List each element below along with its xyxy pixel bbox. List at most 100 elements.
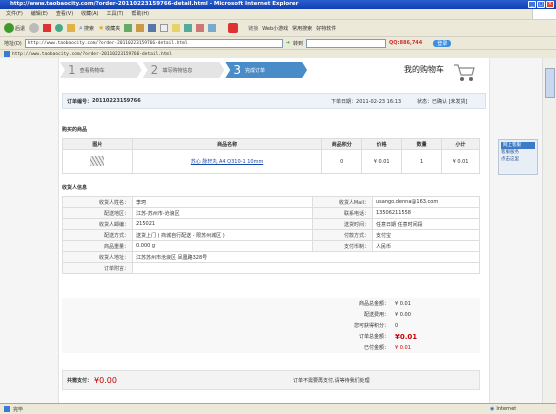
receiver-row: 商品重量： 0.000 g 支付币制： 人民币 [62, 240, 480, 252]
favorites-button[interactable]: ★ 收藏夹 [98, 24, 120, 32]
go-button[interactable]: 转到 [293, 40, 303, 47]
product-image[interactable] [62, 149, 133, 174]
header-price: 价格 [361, 138, 403, 150]
common-search-link[interactable]: 常用搜索 [292, 25, 312, 32]
order-note [132, 262, 480, 274]
goods-total: ¥ 0.01 [395, 300, 411, 307]
delivery-region: 江苏-苏州市-沧浪区 [132, 207, 313, 219]
good-software-link[interactable]: 好特软件 [316, 25, 336, 32]
history-icon[interactable] [124, 24, 133, 32]
cs-line2: 客服服务 [501, 150, 519, 155]
home-icon[interactable] [67, 24, 76, 32]
order-date: 下单日期：2011-02-23 16:13 [331, 98, 402, 105]
pay-note: 订单不需要再支付,请等待我们处理 [293, 377, 370, 384]
receiver-row: 配送方式： 送货上门 ( 商城自行配送 - 限苏州城区 ) 付款方式： 支付宝 [62, 229, 480, 241]
menu-view[interactable]: 查看(V) [56, 9, 73, 19]
receiver-row: 配送地区： 江苏-苏州市-沧浪区 联系电话： 13506211558 [62, 207, 480, 219]
step-view-cart: 1 查看购物车 [60, 62, 142, 78]
maximize-button[interactable]: □ [537, 1, 545, 8]
pay-label: 共需支付： [67, 377, 93, 384]
shipping-fee: ¥ 0.00 [395, 311, 411, 318]
vertical-scrollbar[interactable] [542, 58, 556, 403]
header-image: 图片 [62, 138, 133, 150]
address-input[interactable]: http://www.taobaocity.com/?order-2011022… [24, 38, 283, 48]
qq-icon[interactable] [228, 23, 239, 33]
status-bar: 完毕 ◉ Internet [0, 403, 556, 414]
header-name: 商品名称 [131, 138, 323, 150]
page-status-icon [4, 406, 10, 412]
close-button[interactable]: × [546, 1, 554, 8]
receiver-row: 收货人邮编： 215021 送货时间： 任意日期 任意时间段 [62, 218, 480, 230]
paid-amount: ¥ 0.01 [395, 344, 411, 351]
qq-count: QQ:886,744 [388, 40, 423, 46]
zone-indicator: ◉ Internet [490, 406, 517, 412]
web-game-link[interactable]: Web小游戏 [262, 25, 288, 32]
scroll-thumb[interactable] [545, 68, 555, 98]
menu-favorites[interactable]: 收藏(A) [81, 9, 98, 19]
refresh-icon[interactable] [55, 24, 64, 32]
status-text: 完毕 [13, 406, 24, 413]
product-name-link[interactable]: 苏心 脉轩丸 A4 Q310-1 10mm [131, 149, 323, 174]
links-label: 链接 [248, 25, 259, 32]
progress-steps: 1 查看购物车 2 填写购物信息 3 完成订单 [60, 62, 308, 78]
address-label: 地址(D) [4, 40, 22, 47]
address-bar: 地址(D) http://www.taobaocity.com/?order-2… [0, 36, 556, 49]
window-controls: _ □ × [528, 1, 554, 8]
window-title: http://www.taobaocity.com/?order-2011022… [0, 0, 556, 9]
folder-icon[interactable] [172, 24, 181, 32]
points-earned: 0 [395, 322, 399, 329]
back-button[interactable]: 后退 [4, 23, 25, 33]
totals-table: 商品总金额： ¥ 0.01 配送费用： ¥ 0.00 您可获得积分： 0 订单总金额：… [62, 298, 480, 353]
print-icon[interactable] [148, 24, 157, 32]
receiver-address: 江苏苏州市沧浪区 凤凰路328号 [132, 251, 480, 263]
favorites-url[interactable]: http://www.taobaocity.com/?order-2011022… [12, 52, 172, 57]
menu-bar: 文件(F) 编辑(E) 查看(V) 收藏(A) 工具(T) 帮助(H) [0, 9, 556, 19]
star-icon: ★ [97, 24, 105, 32]
receiver-zip: 215021 [132, 218, 313, 230]
search-box[interactable] [305, 38, 386, 48]
customer-service-widget[interactable]: 网上客服 客服服务 点击这里 [498, 139, 538, 175]
step-complete: 3 完成订单 [225, 62, 308, 78]
receiver-email: usango.denna@163.com [372, 196, 480, 208]
minimize-button[interactable]: _ [528, 1, 536, 8]
delivery-method: 送货上门 ( 商城自行配送 - 限苏州城区 ) [132, 229, 313, 241]
header-points: 商品积分 [321, 138, 363, 150]
menu-edit[interactable]: 编辑(E) [31, 9, 48, 19]
order-total: ¥0.01 [395, 332, 418, 341]
goods-row: 苏心 脉轩丸 A4 Q310-1 10mm 0 ¥ 0.01 1 ¥ 0.01 [62, 149, 480, 174]
order-number-label: 订单编号： [67, 98, 93, 105]
menu-help[interactable]: 帮助(H) [131, 9, 149, 19]
go-arrow-icon[interactable]: ➜ [286, 40, 290, 46]
stop-icon[interactable] [43, 24, 52, 32]
search-button[interactable]: ⌕ 搜索 [79, 24, 94, 33]
menu-file[interactable]: 文件(F) [6, 9, 23, 19]
cart-title: 我的购物车 [404, 65, 444, 74]
pay-amount: ¥0.00 [94, 375, 117, 385]
research-icon[interactable] [196, 24, 205, 32]
product-subtotal: ¥ 0.01 [441, 149, 480, 174]
toolbar: 后退 ⌕ 搜索 ★ 收藏夹 链接 Web小游戏 常用搜索 好特软件 [0, 19, 556, 36]
back-arrow-icon [4, 23, 14, 33]
step-fill-info: 2 填写购物信息 [142, 62, 225, 78]
receiver-row: 收货人地址： 江苏苏州市沧浪区 凤凰路328号 [62, 251, 480, 263]
order-info-bar: 订单编号： 20110223159766 下单日期：2011-02-23 16:1… [62, 93, 486, 109]
mail-icon[interactable] [136, 24, 145, 32]
cs-title: 网上客服 [501, 142, 535, 149]
edit-icon[interactable] [160, 24, 169, 32]
product-qty: 1 [401, 149, 443, 174]
receiver-phone: 13506211558 [372, 207, 480, 219]
shopping-cart-icon [452, 60, 476, 84]
goods-weight: 0.000 g [132, 240, 313, 252]
header-subtotal: 小计 [441, 138, 480, 150]
goods-header-row: 图片 商品名称 商品积分 价格 数量 小计 [62, 138, 480, 150]
header-qty: 数量 [401, 138, 443, 150]
favorites-url-bar: http://www.taobaocity.com/?order-2011022… [0, 49, 556, 58]
translate-icon[interactable] [208, 24, 217, 32]
goods-section-title: 购买的商品 [62, 127, 88, 133]
forward-arrow-icon[interactable] [29, 23, 40, 33]
login-button[interactable]: 登录 [433, 39, 452, 47]
messenger-icon[interactable] [184, 24, 193, 32]
goods-table: 图片 商品名称 商品积分 价格 数量 小计 苏心 脉轩丸 A4 Q310-1 1… [62, 138, 480, 174]
menu-tools[interactable]: 工具(T) [107, 9, 124, 19]
receiver-row: 订单附言： [62, 262, 480, 274]
